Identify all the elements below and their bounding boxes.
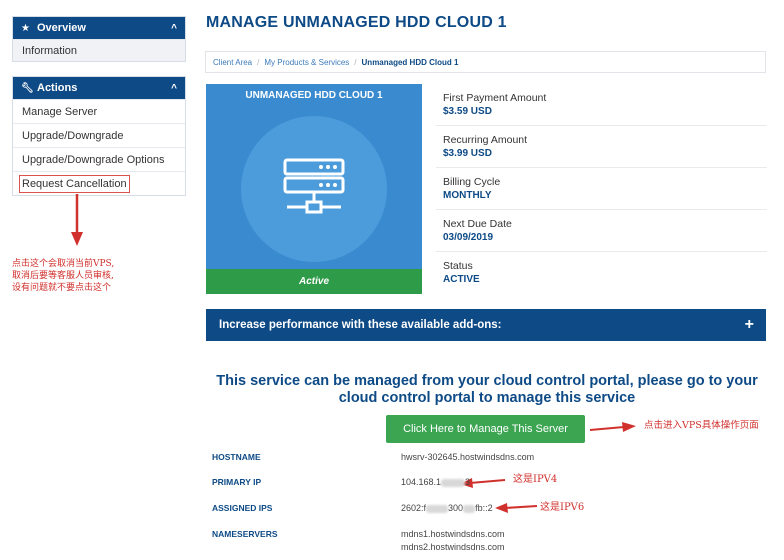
primary-ip-value: 104.168.1 3 <box>401 477 470 487</box>
billing-row-first-payment: First Payment Amount $3.59 USD <box>436 84 767 126</box>
billing-row-recurring: Recurring Amount $3.99 USD <box>436 126 767 168</box>
redaction-blur <box>463 504 476 513</box>
assigned-ip-mid: 300 <box>448 503 464 513</box>
manage-arrow <box>589 426 625 431</box>
hostname-value: hwsrv-302645.hostwindsdns.com <box>401 452 535 462</box>
billing-value: 03/09/2019 <box>443 232 494 243</box>
plus-icon[interactable]: + <box>745 316 754 334</box>
assigned-ip-start: 2602:f <box>401 503 427 513</box>
billing-label: Status <box>443 260 473 272</box>
addons-bar[interactable]: Increase performance with these availabl… <box>206 309 766 341</box>
billing-row-status: Status ACTIVE <box>436 252 767 294</box>
portal-message: This service can be managed from your cl… <box>216 373 758 406</box>
cancel-arrow-head <box>71 232 83 246</box>
manage-arrow-head <box>622 422 636 432</box>
billing-label: First Payment Amount <box>443 92 547 104</box>
ipv6-annotation: 这是IPV6 <box>540 502 585 513</box>
billing-value: $3.59 USD <box>443 106 492 117</box>
status-badge: Active <box>206 269 422 294</box>
redaction-blur <box>426 504 449 513</box>
hostname-label: HOSTNAME <box>212 452 261 462</box>
nameservers-label: NAMESERVERS <box>212 529 278 539</box>
manage-server-button[interactable]: Click Here to Manage This Server <box>386 415 585 443</box>
billing-value: ACTIVE <box>443 274 480 285</box>
breadcrumb-my-products[interactable]: My Products & Services <box>264 58 349 67</box>
assigned-ips-value: 2602:f 300 fb::2 <box>401 503 493 513</box>
breadcrumb-current: Unmanaged HDD Cloud 1 <box>361 57 459 67</box>
server-icon <box>283 158 345 214</box>
manage-annotation: 点击进入VPS具体操作页面 <box>644 420 759 431</box>
breadcrumb-client-area[interactable]: Client Area <box>213 58 252 67</box>
product-name: UNMANAGED HDD CLOUD 1 <box>245 90 383 101</box>
billing-info-list: First Payment Amount $3.59 USD Recurring… <box>436 84 767 294</box>
primary-ip-start: 104.168.1 <box>401 477 442 487</box>
billing-row-next-due: Next Due Date 03/09/2019 <box>436 210 767 252</box>
assigned-ip-end: fb::2 <box>475 503 493 513</box>
billing-label: Recurring Amount <box>443 134 528 146</box>
product-icon-circle <box>241 116 387 262</box>
billing-value: $3.99 USD <box>443 148 492 159</box>
primary-ip-label: PRIMARY IP <box>212 477 262 487</box>
addons-label: Increase performance with these availabl… <box>219 319 502 331</box>
ipv4-arrow <box>469 479 506 484</box>
cancel-annotation: 点击这个会取消当前VPS, 取消后要等客服人员审核, 设有问题就不要点击这个 <box>12 258 114 294</box>
billing-label: Next Due Date <box>443 218 512 230</box>
primary-ip-end: 3 <box>465 477 471 487</box>
assigned-ips-label: ASSIGNED IPS <box>212 503 273 513</box>
nameserver-1: mdns1.hostwindsdns.com <box>401 529 505 539</box>
billing-row-cycle: Billing Cycle MONTHLY <box>436 168 767 210</box>
nameserver-2: mdns2.hostwindsdns.com <box>401 542 505 552</box>
product-card: UNMANAGED HDD CLOUD 1 <box>206 84 422 294</box>
ipv6-arrow <box>504 505 538 509</box>
ipv4-annotation: 这是IPV4 <box>513 474 558 485</box>
breadcrumb-separator: / <box>354 57 357 67</box>
cancel-annotation-line: 取消后要等客服人员审核, <box>12 271 114 281</box>
breadcrumb-separator: / <box>257 57 260 67</box>
cancel-annotation-line: 点击这个会取消当前VPS, <box>12 259 115 269</box>
breadcrumb: Client Area / My Products & Services / U… <box>205 51 766 73</box>
redaction-blur <box>441 478 466 487</box>
page-title: MANAGE UNMANAGED HDD CLOUD 1 <box>206 14 507 31</box>
ipv6-arrow-head <box>495 503 508 513</box>
cancel-annotation-line: 设有问题就不要点击这个 <box>12 283 112 293</box>
billing-label: Billing Cycle <box>443 176 501 188</box>
billing-value: MONTHLY <box>443 190 492 201</box>
